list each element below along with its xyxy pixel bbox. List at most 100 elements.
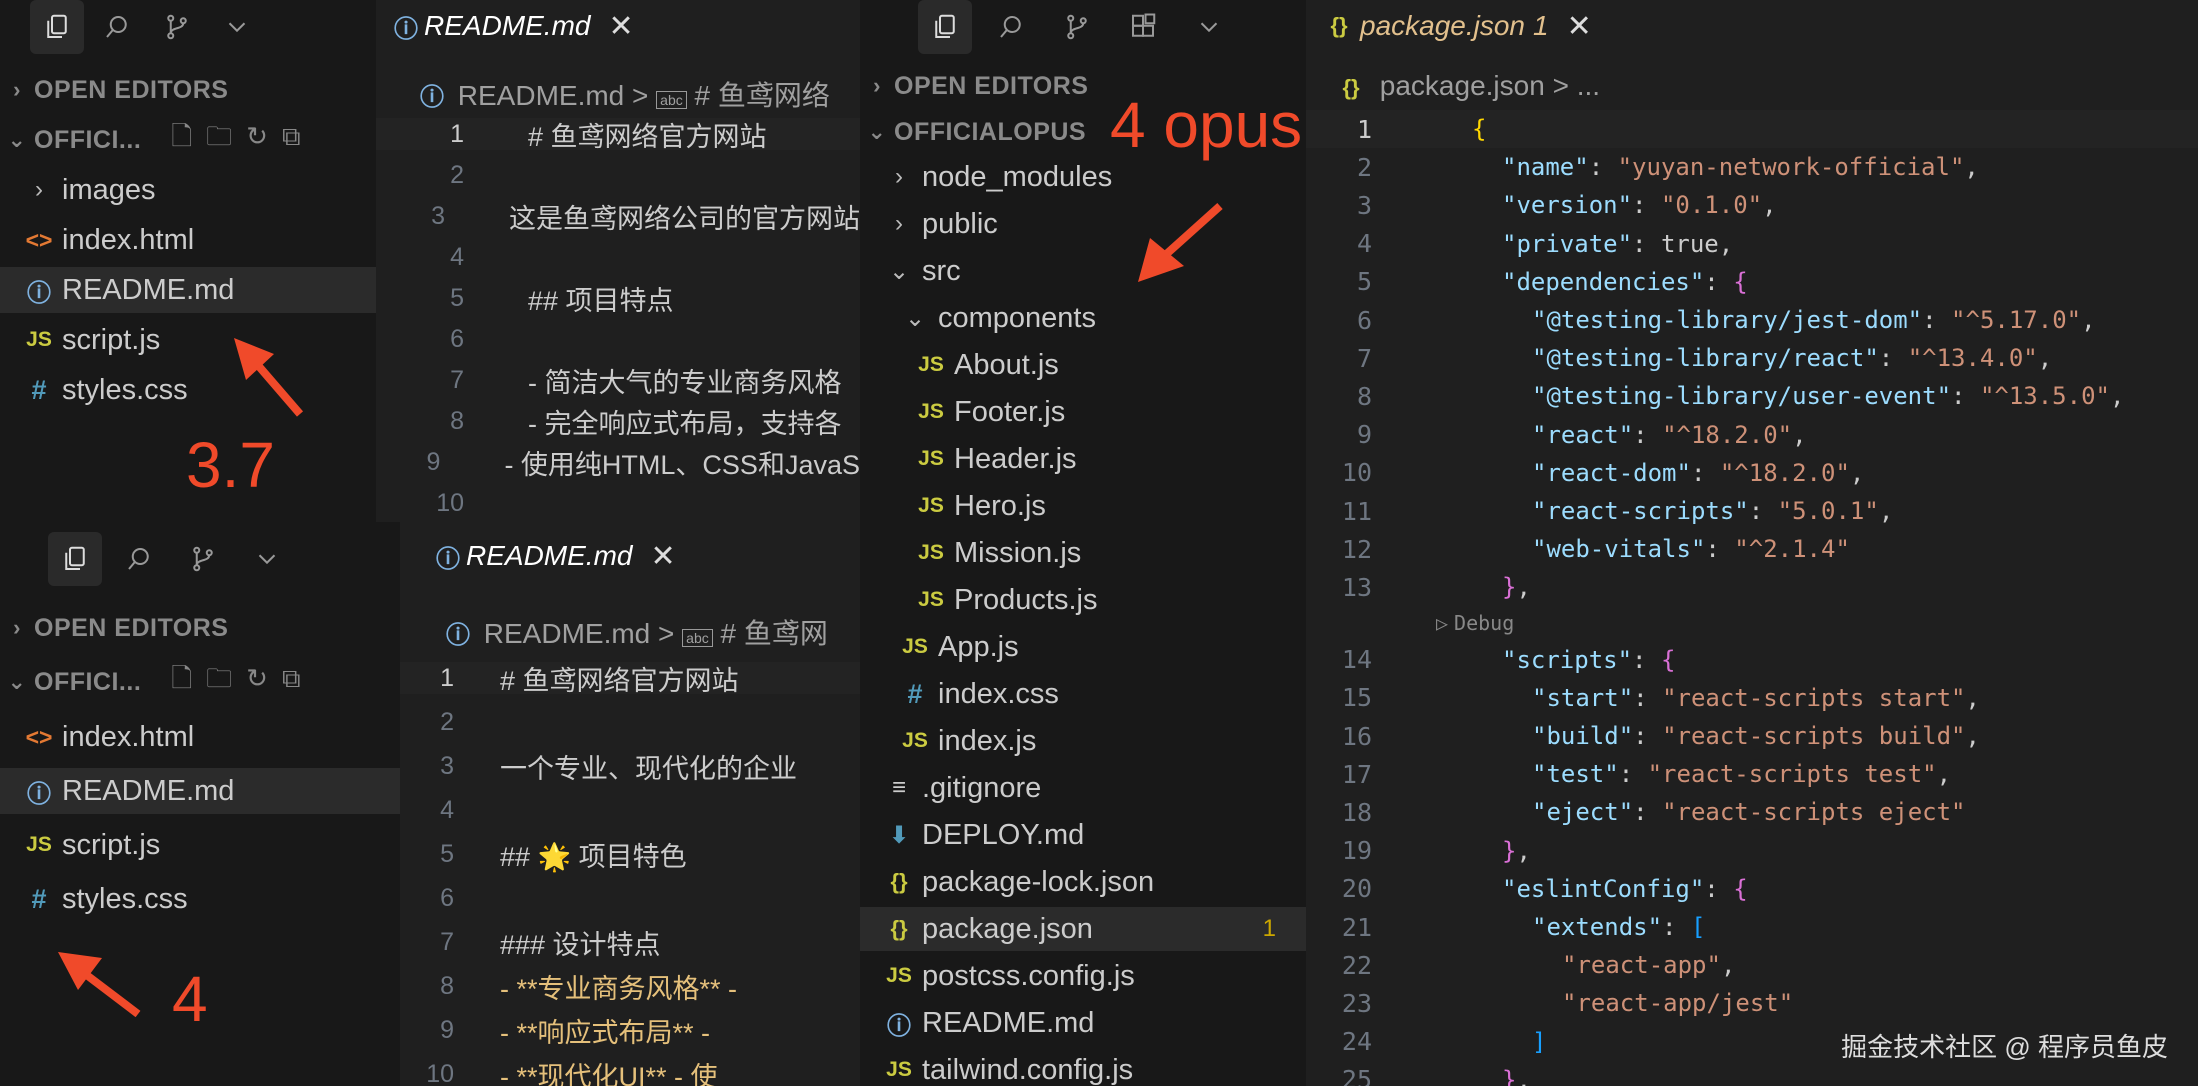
extensions-icon[interactable] [1116,0,1170,54]
tree-label: Products.js [954,583,1098,616]
token: , [1965,722,1980,750]
tree-label: postcss.config.js [922,959,1135,992]
breadcrumb[interactable]: ⓘ README.md > abc # 鱼鸢网 [446,612,828,652]
tree-item[interactable]: JS Header.js [860,437,1306,481]
close-icon[interactable]: ✕ [608,9,633,44]
tree-item[interactable]: ⌄ components [860,296,1306,340]
tree-item[interactable]: ⓘ README.md [860,1001,1306,1045]
css-icon: # [31,374,47,405]
tree-label: DEPLOY.md [922,818,1085,851]
file-item[interactable]: <> index.html [0,714,400,760]
code-line: 7 - 简洁大气的专业商务风格 [376,364,860,398]
editor-area: {} package.json 1 ✕ {} package.json > ... 1… [1306,0,2198,1086]
tab-readme[interactable]: ⓘ README.md ✕ [376,0,702,52]
file-item[interactable]: › images [0,167,376,213]
file-item[interactable]: ⓘ README.md [0,768,400,814]
tree-label: index.css [938,677,1059,710]
tab-package-json[interactable]: {} package.json 1 ✕ [1306,0,1638,52]
annotation-arrow [58,952,141,1018]
tree-item[interactable]: JS App.js [860,625,1306,669]
folder-header[interactable]: ⌄ OFFICI... 🗋🗀↻⧉ [0,662,400,702]
tree-label: Footer.js [954,395,1066,428]
token: } [1502,836,1517,865]
tree-item[interactable]: {} package.json 1 [860,907,1306,951]
code-line: 2 "name": "yuyan-network-official", [1306,148,2198,186]
source-control-icon[interactable] [176,532,230,586]
search-icon[interactable] [984,0,1038,54]
tree-item[interactable]: › public [860,202,1306,246]
line-number: 12 [1341,534,1372,564]
tree-item[interactable]: {} package-lock.json [860,860,1306,904]
code-line: 14 "scripts": { [1306,641,2198,679]
open-editors-header[interactable]: › OPEN EDITORS [0,70,376,110]
top-left-window: › OPEN EDITORS ⌄ OFFICI... 🗋🗀↻⧉ › images <> i… [0,0,860,522]
source-control-icon[interactable] [150,0,204,54]
line-number: 6 [450,324,464,353]
token: "eject" [1532,798,1634,827]
explorer-icon[interactable] [30,0,84,54]
file-item[interactable]: # styles.css [0,876,400,922]
chevron-down-icon[interactable] [210,0,264,54]
folder-actions-icons[interactable]: 🗋🗀↻⧉ [171,118,314,162]
folder-actions-icons[interactable]: 🗋🗀↻⧉ [171,660,314,704]
token: "@testing-library/user-event" [1532,382,1952,411]
explorer-icon[interactable] [918,0,972,54]
source-control-icon[interactable] [1050,0,1104,54]
tree-item[interactable]: JS Mission.js [860,531,1306,575]
close-icon[interactable]: ✕ [1567,9,1592,44]
code-line: 20 "eslintConfig": { [1306,870,2198,908]
tree-item[interactable]: JS Footer.js [860,390,1306,434]
file-item[interactable]: ⓘ README.md [0,267,376,313]
breadcrumb[interactable]: {} package.json > ... [1336,70,1600,102]
line-number: 15 [1341,683,1372,713]
token: : [1662,913,1691,941]
close-icon[interactable]: ✕ [650,539,675,574]
tree-item[interactable]: JS index.js [860,719,1306,763]
line-text: "dependencies": { [1502,268,1748,296]
tree-item[interactable]: JS Products.js [860,578,1306,622]
token: : true, [1632,229,1734,258]
line-text: 一个专业、现代化的企业 [500,753,797,784]
tree-label: components [938,301,1096,334]
breadcrumb[interactable]: ⓘ README.md > abc # 鱼鸢网络 [420,74,830,114]
chevron-icon: › [895,163,903,190]
token: "^2.1.4" [1734,535,1850,564]
token: , [2037,344,2053,373]
token: "extends" [1532,913,1663,941]
file-item[interactable]: <> index.html [0,217,376,263]
line-text: "react": "^18.2.0", [1532,421,1807,449]
tree-item[interactable]: # index.css [860,672,1306,716]
tree-item[interactable]: ⬇ DEPLOY.md [860,813,1306,857]
tree-item[interactable]: JS tailwind.config.js [860,1048,1306,1086]
tree-item[interactable]: JS About.js [860,343,1306,387]
search-icon[interactable] [112,532,166,586]
file-item[interactable]: JS script.js [0,822,400,868]
explorer-icon[interactable] [48,532,102,586]
search-icon[interactable] [90,0,144,54]
line-number: 6 [1356,305,1372,335]
line-number: 4 [1356,229,1372,259]
token: : [1922,306,1952,334]
file-label: script.js [62,828,161,861]
js-icon: JS [902,635,928,658]
token: , [2109,382,2125,411]
codelens-debug[interactable]: ▷ Debug [1436,607,1514,639]
chevron-down-icon[interactable] [240,532,294,586]
code-line: 6 [376,323,860,355]
folder-header[interactable]: ⌄ OFFICI... 🗋🗀↻⧉ [0,120,376,160]
tree-item[interactable]: ≡ .gitignore [860,766,1306,810]
file-item[interactable]: # styles.css [0,367,376,413]
line-text: "react-dom": "^18.2.0", [1532,459,1864,487]
tree-item[interactable]: ⌄ src [860,249,1306,293]
tree-item[interactable]: JS postcss.config.js [860,954,1306,998]
file-item[interactable]: JS script.js [0,317,376,363]
line-text: - 完全响应式布局，支持各 [528,408,842,439]
line-number: 22 [1341,950,1372,980]
tab-readme[interactable]: ⓘ README.md ✕ [418,530,744,582]
line-text: "@testing-library/jest-dom": "^5.17.0", [1532,306,2096,334]
annotation-label: 4 opus [1110,89,1303,161]
open-editors-header[interactable]: › OPEN EDITORS [0,608,400,648]
tree-item[interactable]: JS Hero.js [860,484,1306,528]
chevron-down-icon[interactable] [1182,0,1236,54]
js-icon: JS [918,588,944,611]
